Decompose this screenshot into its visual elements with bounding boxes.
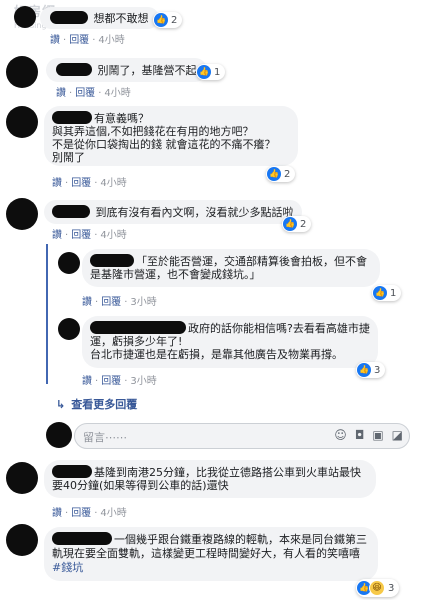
comment-text: 別鬧了，基隆營不起 (97, 64, 197, 77)
like-link[interactable]: 讚 (56, 88, 66, 99)
redacted-name[interactable] (90, 254, 134, 267)
redacted-name[interactable] (56, 63, 92, 76)
view-more-replies[interactable]: ↳ 查看更多回覆 (56, 396, 137, 412)
haha-icon: 😆 (369, 580, 385, 596)
like-icon: 👍 (154, 13, 168, 27)
timestamp[interactable]: 3小時 (130, 376, 156, 387)
comment-actions: 讚 · 回覆 · 4小時 (56, 88, 131, 99)
like-link[interactable]: 讚 (82, 297, 92, 308)
reply-link[interactable]: 回覆 (71, 508, 91, 519)
avatar[interactable] (14, 6, 36, 28)
reply-link[interactable]: 回覆 (71, 178, 91, 189)
timestamp[interactable]: 4小時 (100, 230, 126, 241)
like-icon: 👍 (197, 65, 211, 79)
like-link[interactable]: 讚 (50, 35, 60, 46)
hashtag-link[interactable]: #錢坑 (52, 561, 370, 575)
avatar[interactable] (58, 318, 80, 340)
avatar[interactable] (6, 524, 38, 556)
redacted-name[interactable] (52, 111, 92, 124)
timestamp[interactable]: 4小時 (100, 508, 126, 519)
redacted-name[interactable] (50, 11, 88, 24)
current-user-avatar[interactable] (46, 422, 72, 448)
input-toolbar: ☺ ◘ ▣ ◪ (334, 428, 403, 442)
reaction-count[interactable]: 👍 2 (266, 166, 296, 182)
avatar[interactable] (58, 252, 80, 274)
reply-input[interactable]: 留言⋯⋯ ☺ ◘ ▣ ◪ (74, 423, 410, 449)
comment-bubble: 別鬧了，基隆營不起 (46, 58, 207, 82)
redacted-name[interactable] (52, 532, 112, 545)
reply-link[interactable]: 回覆 (101, 297, 121, 308)
reply-link[interactable]: 回覆 (71, 230, 91, 241)
like-icon: 👍 (357, 363, 371, 377)
gif-icon[interactable]: ▣ (372, 428, 383, 442)
like-icon: 👍 (283, 217, 297, 231)
comment-bubble: 到底有沒有看內文啊，沒看就少多點話啦 (44, 200, 302, 224)
reply-actions: 讚 · 回覆 · 3小時 (82, 376, 157, 387)
camera-icon[interactable]: ◘ (355, 428, 365, 442)
avatar[interactable] (6, 56, 38, 88)
like-link[interactable]: 讚 (82, 376, 92, 387)
reaction-count[interactable]: 👍 3 (356, 362, 386, 378)
sticker-icon[interactable]: ◪ (392, 428, 403, 442)
comment-bubble: 想都不敢想 (40, 7, 159, 29)
comment-bubble: 一個幾乎跟台鐵重複路線的輕軌，本來是同台鐵第三 軌現在要全面雙軌，這樣變更工程時… (44, 527, 378, 581)
reply-bubble: 「至於能否營運，交通部精算後會拍板，但不會 是基隆市營運，也不會變成錢坑。」 (82, 249, 380, 287)
like-link[interactable]: 讚 (52, 508, 62, 519)
reaction-count[interactable]: 👍 😆 3 (356, 579, 400, 597)
like-link[interactable]: 讚 (52, 178, 62, 189)
reply-actions: 讚 · 回覆 · 3小時 (82, 297, 157, 308)
like-icon: 👍 (373, 286, 387, 300)
avatar[interactable] (6, 462, 38, 494)
avatar[interactable] (6, 106, 38, 138)
like-link[interactable]: 讚 (52, 230, 62, 241)
timestamp[interactable]: 4小時 (104, 88, 130, 99)
reaction-count[interactable]: 👍 1 (372, 285, 402, 301)
redacted-name[interactable] (90, 321, 186, 334)
reaction-count[interactable]: 👍 2 (282, 216, 312, 232)
comment-actions: 讚 · 回覆 · 4小時 (52, 508, 127, 519)
timestamp[interactable]: 4小時 (100, 178, 126, 189)
comment-actions: 讚 · 回覆 · 4小時 (52, 230, 127, 241)
comment-bubble: 基隆到南港25分鐘，比我從立德路搭公車到火車站最快 要40分鐘(如果等得到公車的… (44, 460, 376, 498)
reply-arrow-icon: ↳ (56, 397, 66, 411)
comment-actions: 讚 · 回覆 · 4小時 (52, 178, 127, 189)
redacted-name[interactable] (52, 205, 90, 218)
reply-bubble: 政府的話你能相信嗎?去看看高雄市捷 運，虧損多少年了! 台北市捷運也是在虧損，是… (82, 316, 378, 368)
emoji-icon[interactable]: ☺ (334, 428, 347, 442)
comment-bubble: 有意義嗎？ 與其弄這個,不如把錢花在有用的地方吧？ 不是從你口袋掏出的錢 就會這… (44, 106, 298, 166)
reply-link[interactable]: 回覆 (69, 35, 89, 46)
comment-text: 想都不敢想 (93, 12, 149, 25)
reply-link[interactable]: 回覆 (101, 376, 121, 387)
avatar[interactable] (6, 198, 38, 230)
redacted-name[interactable] (52, 465, 92, 478)
reply-link[interactable]: 回覆 (75, 88, 95, 99)
comment-text: 到底有沒有看內文啊，沒看就少多點話啦 (95, 206, 294, 219)
timestamp[interactable]: 4小時 (98, 35, 124, 46)
timestamp[interactable]: 3小時 (130, 297, 156, 308)
reaction-count[interactable]: 👍 2 (153, 12, 183, 28)
reply-thread-line (46, 244, 48, 384)
like-icon: 👍 (267, 167, 281, 181)
reaction-count[interactable]: 👍 1 (196, 64, 226, 80)
comment-actions: 讚 · 回覆 · 4小時 (50, 35, 125, 46)
